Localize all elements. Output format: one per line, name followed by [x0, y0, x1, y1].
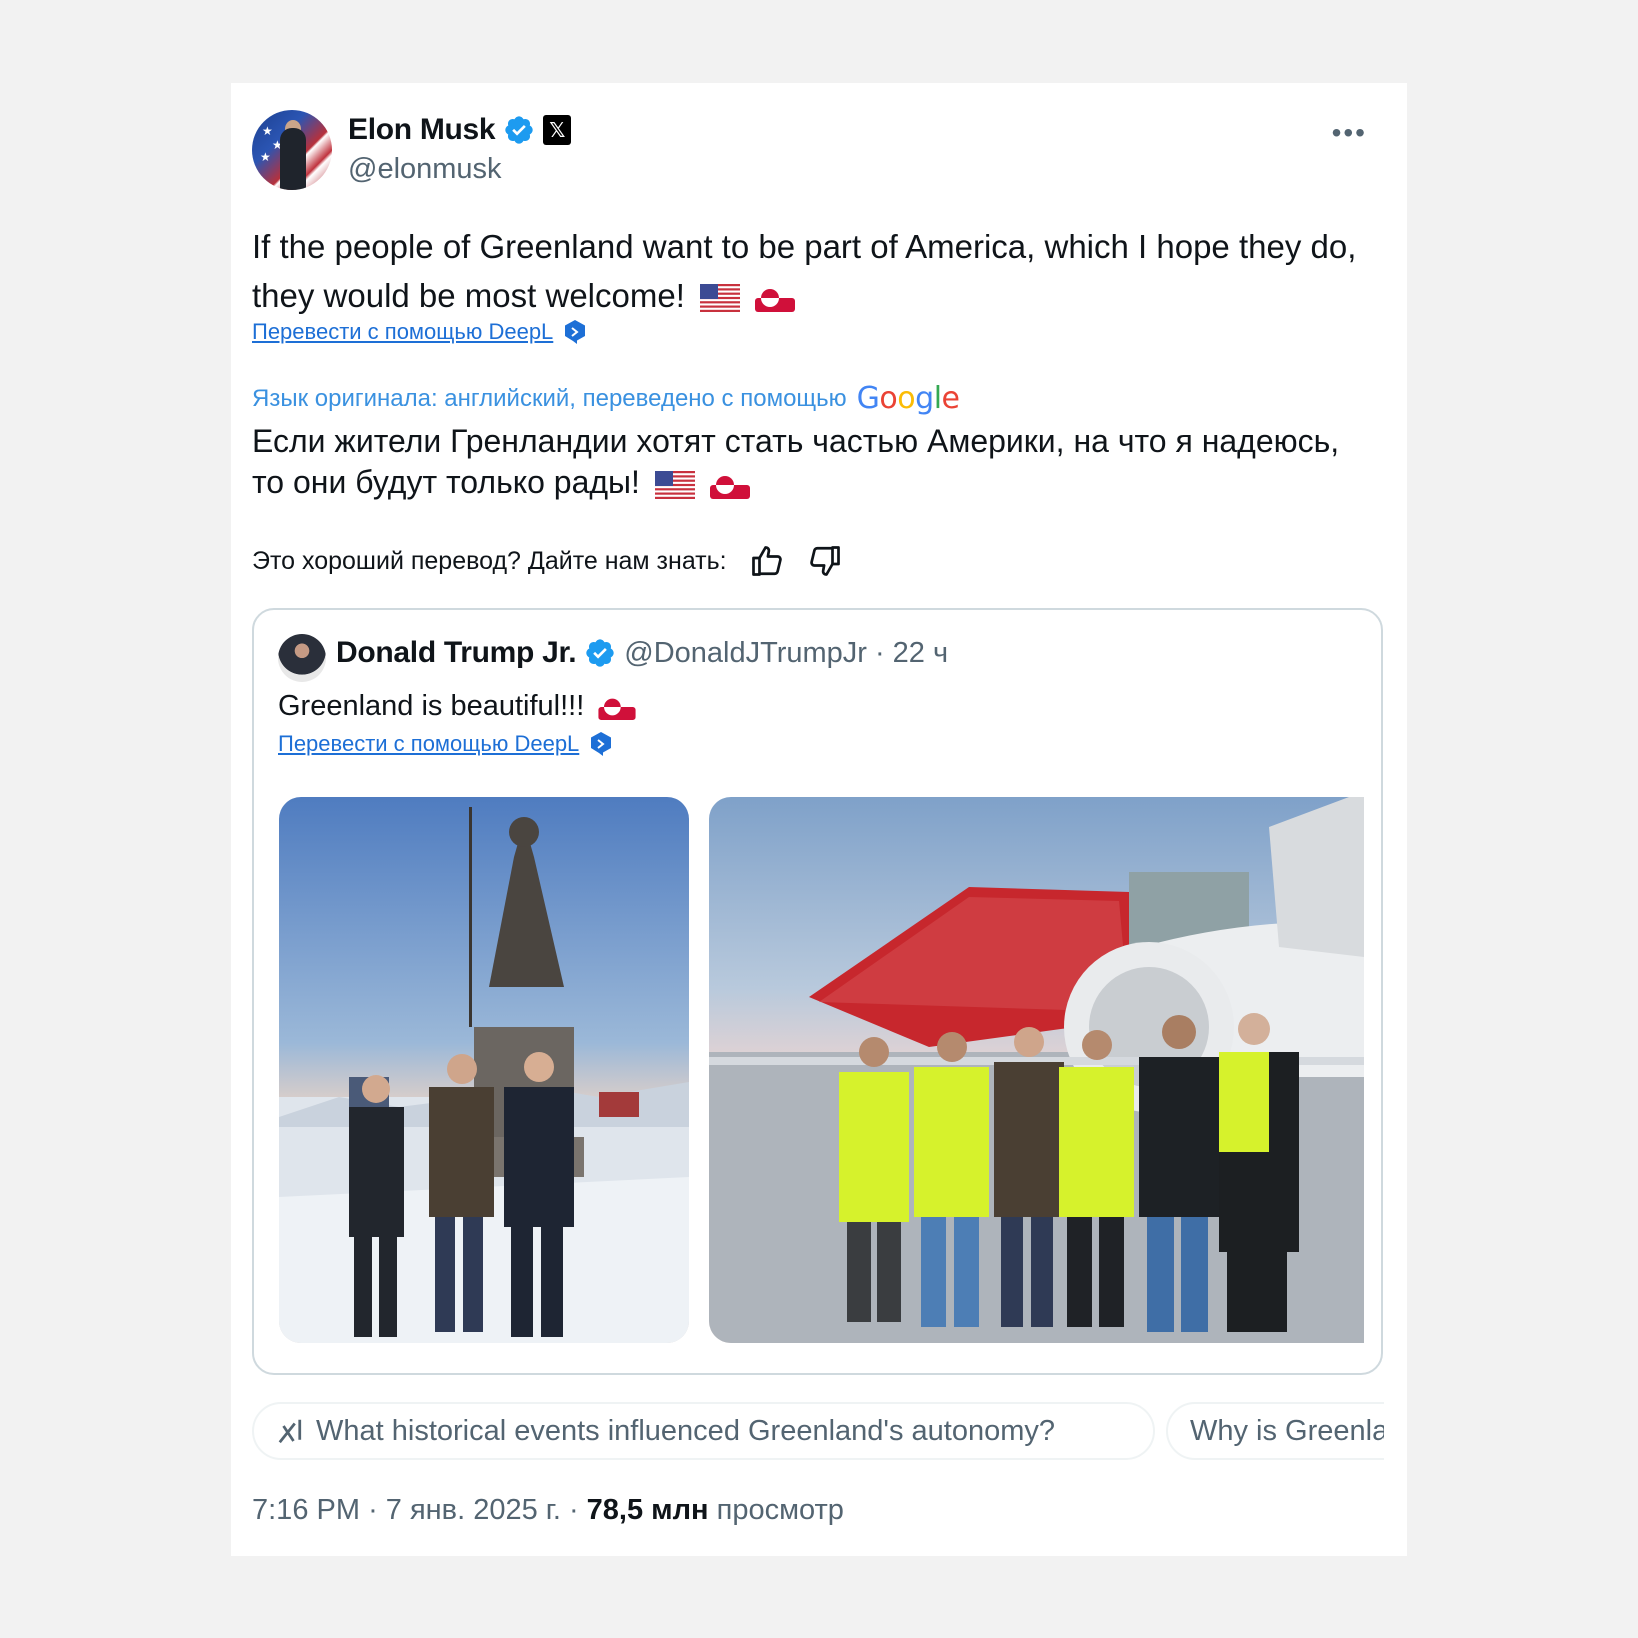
views-label: просмотр	[716, 1494, 844, 1526]
quoted-text: Greenland is beautiful!!!	[278, 690, 636, 723]
photo-airport-group[interactable]	[709, 797, 1364, 1343]
suggestion-chip[interactable]: Why is Greenla	[1166, 1402, 1384, 1460]
photo-airport-image	[709, 797, 1364, 1343]
us-flag-icon	[700, 284, 741, 313]
google-logo: Google	[856, 381, 960, 416]
tweet-meta: 7:16 PM · 7 янв. 2025 г. · 78,5 млн прос…	[252, 1494, 844, 1527]
translated-text-body: Если жители Гренландии хотят стать часть…	[252, 423, 1340, 500]
suggestion-label: Why is Greenla	[1190, 1414, 1384, 1447]
original-language-text: Язык оригинала: английский, переведено с…	[252, 384, 847, 412]
original-language-note: Язык оригинала: английский, переведено с…	[252, 381, 960, 416]
author-handle[interactable]: @elonmusk	[348, 153, 502, 186]
translate-deepl-link[interactable]: Перевести с помощью DeepL	[252, 319, 587, 345]
suggestion-label: What historical events influenced Greenl…	[316, 1414, 1056, 1447]
us-flag-icon	[654, 470, 695, 499]
deepl-icon	[565, 320, 586, 344]
author-name-row: Elon Musk 𝕏	[348, 113, 572, 147]
x-logo-icon: 𝕏	[543, 115, 572, 145]
author-name[interactable]: Elon Musk	[348, 113, 496, 147]
separator-dot: ·	[568, 1494, 587, 1526]
suggestion-chip[interactable]: What historical events influenced Greenl…	[252, 1402, 1155, 1460]
tweet-card: ★ ★ ★ Elon Musk 𝕏 @elonmusk ••• If the p…	[231, 83, 1407, 1556]
photo-statue-image	[279, 797, 689, 1343]
quoted-header: Donald Trump Jr. @DonaldJTrumpJr · 22 ч	[336, 636, 948, 670]
views-count: 78,5 млн	[586, 1494, 709, 1526]
deepl-icon	[591, 732, 612, 756]
tweet-date[interactable]: 7 янв. 2025 г.	[386, 1494, 561, 1526]
grok-icon	[278, 1419, 302, 1444]
translate-deepl-label[interactable]: Перевести с помощью DeepL	[252, 319, 553, 345]
tweet-text: If the people of Greenland want to be pa…	[252, 222, 1382, 320]
greenland-flag-icon	[598, 694, 636, 721]
tweet-time[interactable]: 7:16 PM	[252, 1494, 360, 1526]
separator-dot: ·	[874, 636, 885, 669]
tweet-text-body: If the people of Greenland want to be pa…	[252, 228, 1357, 314]
quoted-author-avatar[interactable]	[278, 634, 326, 682]
quoted-translate-deepl-link[interactable]: Перевести с помощью DeepL	[278, 731, 613, 757]
separator-dot: ·	[368, 1494, 386, 1526]
translation-feedback: Это хороший перевод? Дайте нам знать:	[252, 543, 843, 579]
translated-text: Если жители Гренландии хотят стать часть…	[252, 421, 1352, 503]
thumbs-down-icon[interactable]	[807, 543, 843, 579]
quoted-tweet[interactable]: Donald Trump Jr. @DonaldJTrumpJr · 22 ч …	[252, 608, 1383, 1375]
quoted-age[interactable]: 22 ч	[893, 637, 948, 670]
author-avatar[interactable]: ★ ★ ★	[252, 110, 332, 190]
verified-badge-icon	[586, 639, 614, 667]
greenland-flag-icon	[709, 470, 750, 499]
feedback-prompt: Это хороший перевод? Дайте нам знать:	[252, 546, 727, 575]
quoted-text-body: Greenland is beautiful!!!	[278, 690, 585, 722]
quoted-author-handle[interactable]: @DonaldJTrumpJr	[624, 637, 867, 670]
thumbs-up-icon[interactable]	[749, 543, 785, 579]
quoted-translate-deepl-label[interactable]: Перевести с помощью DeepL	[278, 731, 579, 757]
greenland-flag-icon	[755, 284, 796, 313]
quoted-author-name[interactable]: Donald Trump Jr.	[336, 636, 577, 670]
photo-statue[interactable]	[279, 797, 689, 1343]
verified-badge-icon	[505, 116, 533, 144]
more-icon[interactable]: •••	[1332, 117, 1367, 149]
grok-suggestions: What historical events influenced Greenl…	[252, 1402, 1384, 1462]
